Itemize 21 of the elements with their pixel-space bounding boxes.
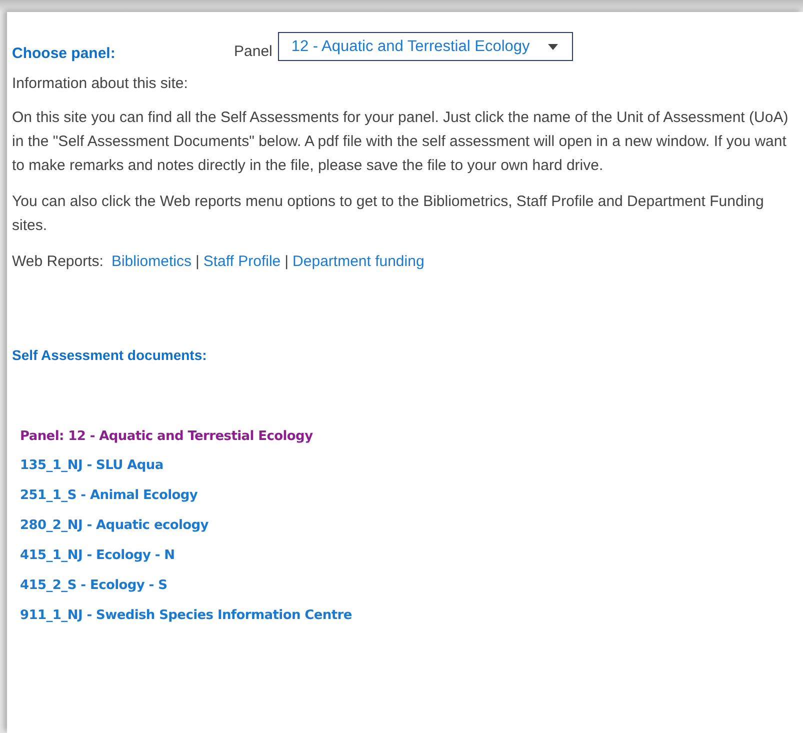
separator: | xyxy=(195,252,200,272)
section-heading: Choose panel: xyxy=(12,45,116,62)
panel-dropdown[interactable]: 12 - Aquatic and Terrestial Ecology xyxy=(278,32,574,61)
document-link[interactable]: 911_1_NJ - Swedish Species Information Centre xyxy=(20,608,352,623)
document-link[interactable]: 415_1_NJ - Ecology - N xyxy=(20,548,175,563)
report-link[interactable]: Department funding xyxy=(292,250,424,274)
info-title: Information about this site: xyxy=(12,74,189,94)
report-link[interactable]: Staff Profile xyxy=(203,250,281,274)
document-link[interactable]: 415_2_S - Ecology - S xyxy=(20,578,168,593)
caret-icon xyxy=(548,44,558,50)
panel-label: Panel xyxy=(234,43,272,60)
report-link[interactable]: Bibliometics xyxy=(111,250,192,274)
section-heading: Self Assessment documents: xyxy=(12,347,208,363)
info-paragraph: On this site you can find all the Self Assessments for your panel. Just click the name of the Unit of Assessment (UoA) in the "Self Assessment Documents" below. A pdf file with the self assessment will open in a new window. If you want to make remarks and notes directly in the file, please save the file to your own hard drive. xyxy=(12,108,789,176)
document-link[interactable]: 251_1_S - Animal Ecology xyxy=(20,488,198,503)
document-link[interactable]: 280_2_NJ - Aquatic ecology xyxy=(20,518,208,533)
web-reports-label: Web Reports: xyxy=(12,252,104,272)
document-link[interactable]: 135_1_NJ - SLU Aqua xyxy=(20,458,164,473)
panel-title: Panel: 12 - Aquatic and Terrestial Ecology xyxy=(20,429,314,444)
separator: | xyxy=(284,252,289,272)
info-paragraph: You can also click the Web reports menu options to get to the Bibliometrics, Staff Profile and Department Funding sites. xyxy=(12,192,765,236)
